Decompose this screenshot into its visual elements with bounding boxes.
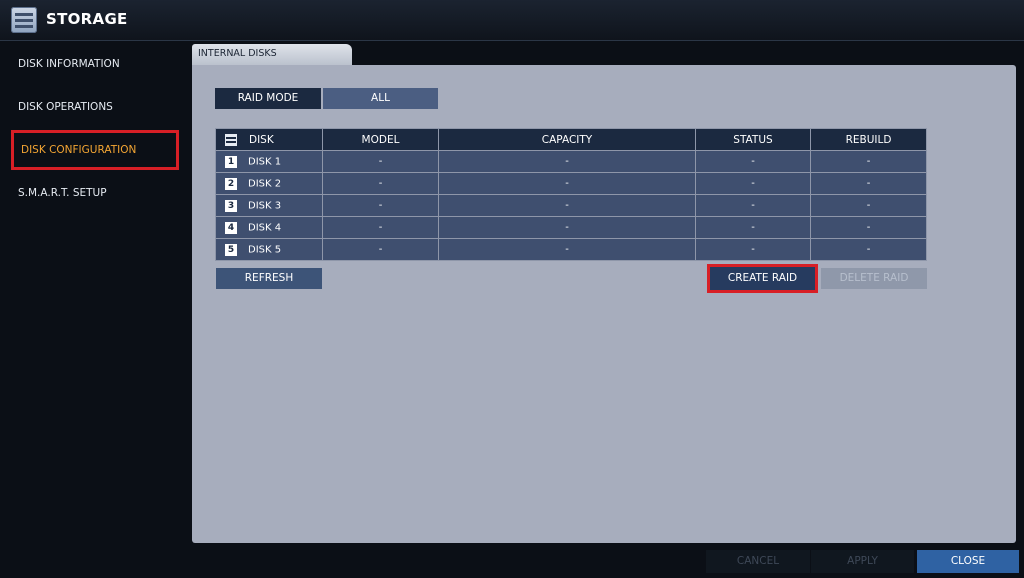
- col-header-disk: DISK: [215, 128, 323, 151]
- sidebar-item-disk-configuration[interactable]: DISK CONFIGURATION: [11, 130, 179, 170]
- raid-mode-label: RAID MODE: [215, 88, 321, 109]
- model-cell: -: [322, 194, 439, 217]
- disk-number-badge: 5: [225, 243, 237, 256]
- disk-number-badge: 1: [225, 155, 237, 168]
- col-header-model: MODEL: [322, 128, 439, 151]
- disk-select-all-icon[interactable]: [225, 133, 237, 146]
- apply-button[interactable]: APPLY: [811, 550, 914, 573]
- table-row[interactable]: 4 DISK 4 - - - -: [215, 216, 927, 239]
- rebuild-cell: -: [810, 194, 927, 217]
- close-button[interactable]: CLOSE: [917, 550, 1019, 573]
- capacity-cell: -: [438, 238, 696, 261]
- disk-label: DISK 1: [248, 156, 282, 167]
- status-cell: -: [695, 150, 811, 173]
- disk-cell: 4 DISK 4: [215, 216, 323, 239]
- rebuild-cell: -: [810, 172, 927, 195]
- table-row[interactable]: 5 DISK 5 - - - -: [215, 238, 927, 261]
- disk-label: DISK 5: [248, 244, 282, 255]
- delete-raid-button[interactable]: DELETE RAID: [821, 268, 927, 289]
- create-raid-button[interactable]: CREATE RAID: [707, 264, 818, 293]
- disk-cell: 3 DISK 3: [215, 194, 323, 217]
- model-cell: -: [322, 172, 439, 195]
- model-cell: -: [322, 150, 439, 173]
- model-cell: -: [322, 216, 439, 239]
- rebuild-cell: -: [810, 216, 927, 239]
- table-header-row: DISK MODEL CAPACITY STATUS REBUILD: [215, 128, 927, 151]
- col-header-capacity: CAPACITY: [438, 128, 696, 151]
- rebuild-cell: -: [810, 238, 927, 261]
- model-cell: -: [322, 238, 439, 261]
- disk-number-badge: 2: [225, 177, 237, 190]
- sidebar-item-disk-information[interactable]: DISK INFORMATION: [18, 44, 183, 84]
- disk-table: DISK MODEL CAPACITY STATUS REBUILD 1 DISK…: [215, 128, 927, 261]
- disk-label: DISK 2: [248, 178, 282, 189]
- status-cell: -: [695, 172, 811, 195]
- table-row[interactable]: 1 DISK 1 - - - -: [215, 150, 927, 173]
- disk-label: DISK 4: [248, 222, 282, 233]
- sidebar-item-smart-setup[interactable]: S.M.A.R.T. SETUP: [18, 173, 183, 213]
- cancel-button[interactable]: CANCEL: [706, 550, 810, 573]
- tab-internal-disks[interactable]: INTERNAL DISKS: [192, 44, 352, 66]
- disk-label: DISK 3: [248, 200, 282, 211]
- disk-cell: 1 DISK 1: [215, 150, 323, 173]
- status-cell: -: [695, 238, 811, 261]
- disk-cell: 5 DISK 5: [215, 238, 323, 261]
- sidebar: DISK INFORMATION DISK OPERATIONS DISK CO…: [0, 41, 190, 578]
- disk-number-badge: 4: [225, 221, 237, 234]
- capacity-cell: -: [438, 216, 696, 239]
- capacity-cell: -: [438, 194, 696, 217]
- capacity-cell: -: [438, 172, 696, 195]
- disk-cell: 2 DISK 2: [215, 172, 323, 195]
- table-row[interactable]: 2 DISK 2 - - - -: [215, 172, 927, 195]
- capacity-cell: -: [438, 150, 696, 173]
- raid-mode-select[interactable]: ALL: [323, 88, 438, 109]
- storage-icon: [11, 7, 37, 33]
- disk-number-badge: 3: [225, 199, 237, 212]
- title-bar: STORAGE: [0, 0, 1024, 41]
- refresh-button[interactable]: REFRESH: [216, 268, 322, 289]
- sidebar-item-disk-operations[interactable]: DISK OPERATIONS: [18, 87, 183, 127]
- col-header-rebuild: REBUILD: [810, 128, 927, 151]
- col-header-status: STATUS: [695, 128, 811, 151]
- status-cell: -: [695, 194, 811, 217]
- rebuild-cell: -: [810, 150, 927, 173]
- table-row[interactable]: 3 DISK 3 - - - -: [215, 194, 927, 217]
- status-cell: -: [695, 216, 811, 239]
- window-title: STORAGE: [46, 10, 128, 28]
